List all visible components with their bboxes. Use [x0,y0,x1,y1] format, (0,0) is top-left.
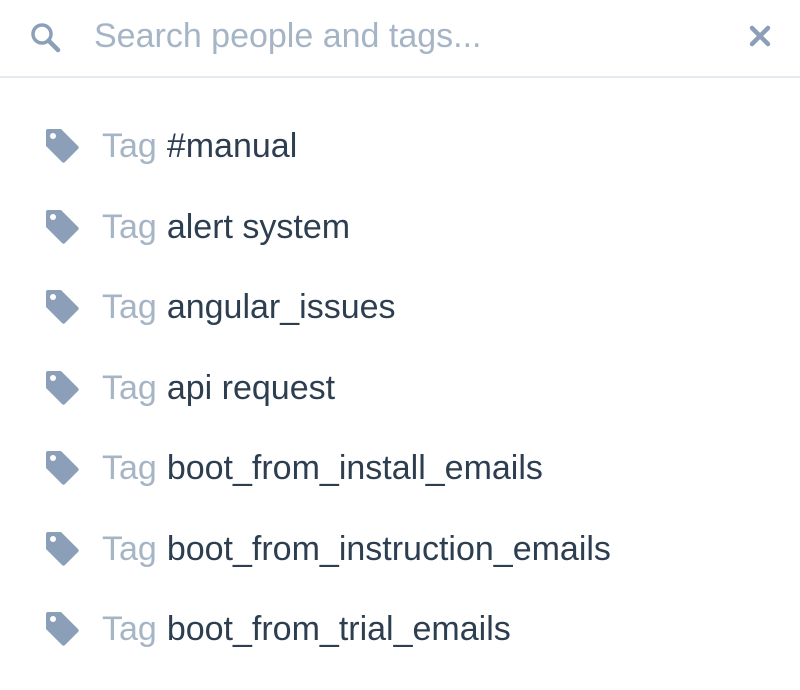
result-name: boot_from_instruction_emails [166,529,611,568]
close-icon [749,25,771,47]
result-name: #manual [166,127,298,165]
list-item[interactable]: Tag angular_issues [0,267,800,348]
list-item[interactable]: Tag #manual [0,106,800,187]
list-item[interactable]: Tag api request [0,348,800,429]
list-item[interactable]: Tag boot_from_install_emails [0,428,800,509]
result-type-label: Tag [102,207,157,246]
result-name: angular_issues [166,288,396,326]
result-name: alert system [166,207,351,246]
result-name: api request [166,368,336,407]
list-item[interactable]: Tag boot_from_trial_emails [0,589,800,670]
result-name: boot_from_install_emails [166,449,543,487]
result-type-label: Tag [102,368,157,407]
tag-icon [42,287,82,327]
result-type-label: Tag [102,127,157,165]
clear-search-button[interactable] [742,18,778,54]
tag-icon [42,529,82,569]
list-item[interactable]: Tag boot_from_instruction_emails [0,509,800,590]
search-dropdown-panel: Tag#manual Tagalert system T [0,0,800,690]
tag-icon [42,126,82,166]
result-type-label: Tag [102,529,157,568]
result-type-label: Tag [102,288,157,326]
search-input[interactable] [94,12,714,60]
result-name: boot_from_trial_emails [166,610,511,648]
tag-icon [42,448,82,488]
result-type-label: Tag [102,449,157,487]
tag-icon [42,207,82,247]
search-results-list: Tag #manual Tag alert system Tag angular… [0,106,800,670]
tag-icon [42,609,82,649]
search-bar [0,0,800,78]
list-item[interactable]: Tag alert system [0,187,800,268]
result-type-label: Tag [102,610,157,648]
search-icon [28,20,64,56]
tag-icon [42,368,82,408]
